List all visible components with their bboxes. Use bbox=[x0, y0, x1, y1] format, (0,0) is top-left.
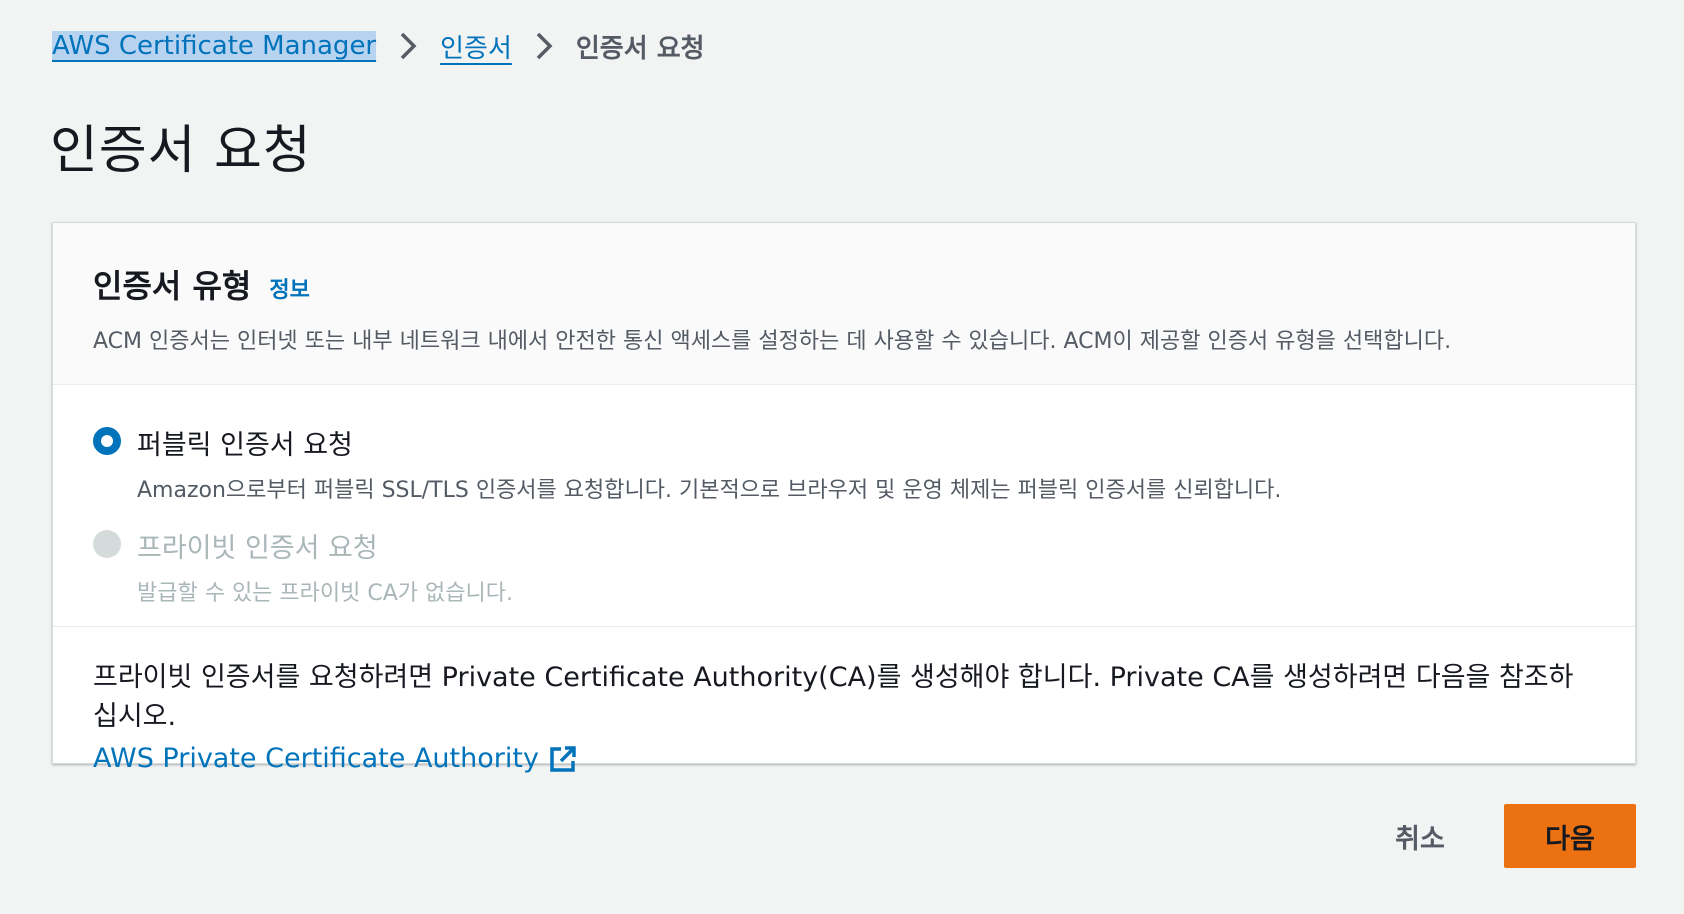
public-certificate-radio[interactable] bbox=[93, 427, 121, 455]
page-title: 인증서 요청 bbox=[50, 121, 312, 181]
panel-title: 인증서 유형 bbox=[93, 267, 252, 305]
private-certificate-radio bbox=[93, 530, 121, 558]
breadcrumb-link-certificates[interactable]: 인증서 bbox=[440, 28, 512, 65]
option-label: 프라이빗 인증서 요청 bbox=[137, 533, 378, 564]
option-description: 발급할 수 있는 프라이빗 CA가 없습니다. bbox=[137, 581, 513, 606]
option-private-certificate: 프라이빗 인증서 요청 발급할 수 있는 프라이빗 CA가 없습니다. bbox=[93, 526, 1595, 607]
chevron-right-icon bbox=[512, 31, 576, 61]
option-description: Amazon으로부터 퍼블릭 SSL/TLS 인증서를 요청합니다. 기본적으로… bbox=[137, 478, 1282, 503]
certificate-type-panel: 인증서 유형 정보 ACM 인증서는 인터넷 또는 내부 네트워크 내에서 안전… bbox=[52, 222, 1636, 774]
private-ca-link[interactable]: AWS Private Certificate Authority bbox=[93, 743, 577, 774]
panel-header: 인증서 유형 정보 ACM 인증서는 인터넷 또는 내부 네트워크 내에서 안전… bbox=[53, 223, 1635, 385]
panel-description: ACM 인증서는 인터넷 또는 내부 네트워크 내에서 안전한 통신 액세스를 … bbox=[93, 329, 1452, 354]
info-link[interactable]: 정보 bbox=[269, 272, 309, 304]
private-ca-link-label: AWS Private Certificate Authority bbox=[93, 743, 539, 774]
external-link-icon bbox=[550, 745, 576, 772]
breadcrumb: AWS Certificate Manager 인증서 인증서 요청 bbox=[52, 26, 705, 66]
breadcrumb-current: 인증서 요청 bbox=[575, 33, 705, 64]
breadcrumb-link-acm[interactable]: AWS Certificate Manager bbox=[52, 31, 377, 61]
next-button[interactable]: 다음 bbox=[1504, 804, 1636, 868]
private-ca-note: 프라이빗 인증서를 요청하려면 Private Certificate Auth… bbox=[53, 627, 1635, 774]
certificate-type-options: 퍼블릭 인증서 요청 Amazon으로부터 퍼블릭 SSL/TLS 인증서를 요… bbox=[53, 385, 1635, 627]
note-text: 프라이빗 인증서를 요청하려면 Private Certificate Auth… bbox=[93, 662, 1574, 732]
chevron-right-icon bbox=[376, 31, 440, 61]
option-public-certificate[interactable]: 퍼블릭 인증서 요청 Amazon으로부터 퍼블릭 SSL/TLS 인증서를 요… bbox=[93, 423, 1595, 504]
option-label: 퍼블릭 인증서 요청 bbox=[137, 430, 353, 461]
cancel-button[interactable]: 취소 bbox=[1370, 804, 1470, 868]
